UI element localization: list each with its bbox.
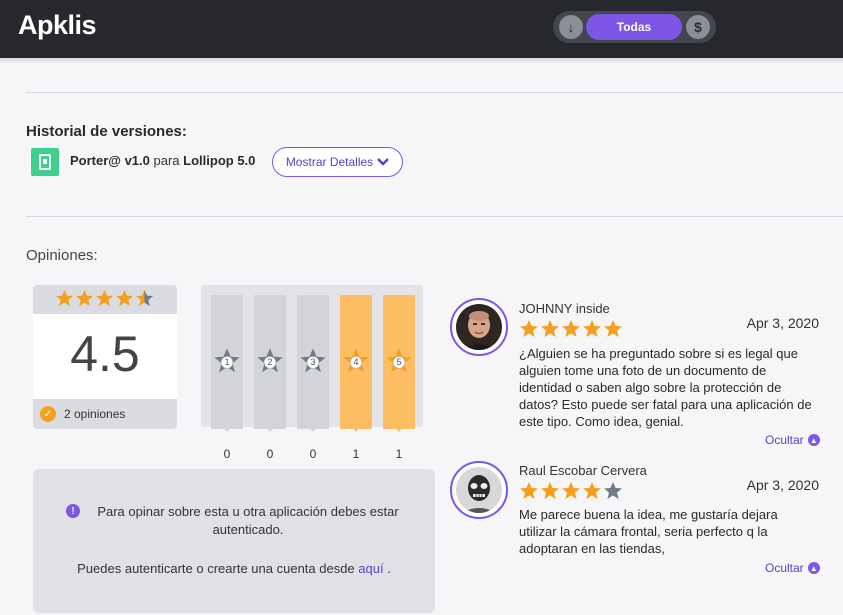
- rating-bar-label: 1: [224, 357, 230, 367]
- rating-summary-card: 4.5 ✓ 2 opiniones: [33, 285, 177, 429]
- review-stars: [519, 319, 623, 339]
- top-bar: Apklis ↓ Todas $: [0, 0, 843, 58]
- login-suffix: .: [387, 561, 391, 576]
- review-text: Me parece buena la idea, me gustaría dej…: [519, 507, 778, 556]
- star-icon: [583, 482, 601, 499]
- rating-bar-label: 5: [396, 357, 402, 367]
- login-prompt-line: Puedes autenticarte o crearte una cuenta…: [33, 561, 435, 576]
- hide-review-label: Ocultar: [765, 433, 804, 447]
- rating-bar-pointer: [265, 426, 275, 432]
- rating-count-1: 0: [223, 447, 231, 461]
- header-shadow: [0, 58, 843, 64]
- rating-bar-2: 2: [254, 295, 286, 432]
- rating-bar-4: 4: [340, 295, 372, 432]
- chevron-down-icon: [377, 158, 390, 166]
- download-arrow-icon[interactable]: ↓: [559, 15, 583, 39]
- version-connector: para: [153, 153, 180, 168]
- review-text: ¿Alguien se ha preguntado sobre si es le…: [519, 346, 812, 429]
- rating-bar-1: 1: [211, 295, 243, 432]
- rating-count-5: 1: [395, 447, 403, 461]
- avatar-photo: [456, 467, 502, 513]
- version-info: Porter@ v1.0 para Lollipop 5.0: [70, 153, 255, 168]
- android-app-icon: [31, 148, 59, 176]
- rating-bar-3: 3: [297, 295, 329, 432]
- avatar[interactable]: [450, 298, 508, 356]
- star-icon: [95, 289, 114, 307]
- star-icon: [562, 482, 580, 499]
- show-details-label: Mostrar Detalles: [285, 155, 374, 169]
- section-divider: [26, 216, 843, 217]
- section-divider: [26, 92, 843, 93]
- average-stars: [55, 289, 154, 308]
- star-icon: [541, 482, 559, 499]
- login-prompt: Puedes autenticarte o crearte una cuenta…: [77, 561, 355, 576]
- rating-distribution: 1 2 3 4 5: [201, 285, 423, 432]
- chevron-up-icon: ▲: [807, 434, 820, 446]
- version-platform: Lollipop 5.0: [183, 153, 256, 168]
- review-date: Apr 3, 2020: [746, 477, 819, 493]
- version-name: Porter@ v1.0: [70, 153, 150, 168]
- rating-bar-label: 3: [310, 357, 316, 367]
- hide-review-button[interactable]: Ocultar ▲: [765, 561, 820, 575]
- review-count: 2 opiniones: [64, 407, 126, 421]
- chevron-up-icon: ▲: [807, 562, 820, 574]
- apklis-logo[interactable]: Apklis: [18, 10, 97, 41]
- star-icon: [115, 289, 134, 307]
- hide-review-button[interactable]: Ocultar ▲: [765, 433, 820, 447]
- check-icon: ✓: [40, 406, 56, 422]
- star-icon: [55, 289, 74, 307]
- versions-title: Historial de versiones:: [26, 123, 187, 140]
- opinions-title: Opiniones:: [26, 247, 98, 264]
- login-link[interactable]: aquí: [358, 561, 383, 576]
- rating-bar-pointer: [394, 426, 404, 432]
- rating-count-4: 1: [352, 447, 360, 461]
- rating-count-2: 0: [266, 447, 274, 461]
- star-icon: [562, 320, 580, 337]
- rating-bar-5: 5: [383, 295, 415, 432]
- star-icon: [520, 320, 538, 337]
- rating-bar-pointer: [308, 426, 318, 432]
- rating-bar-pointer: [351, 426, 361, 432]
- avatar[interactable]: [450, 461, 508, 519]
- show-details-button[interactable]: Mostrar Detalles: [272, 147, 403, 177]
- star-icon: [520, 482, 538, 499]
- avatar-photo: [456, 304, 502, 350]
- filter-all-button[interactable]: Todas: [586, 14, 682, 40]
- star-icon: [541, 320, 559, 337]
- login-notice: ! Para opinar sobre esta u otra aplicaci…: [33, 469, 435, 613]
- star-icon: [604, 320, 622, 337]
- login-message: Para opinar sobre esta u otra aplicación…: [97, 504, 399, 537]
- hide-review-label: Ocultar: [765, 561, 804, 575]
- average-rating: 4.5: [70, 326, 140, 382]
- review-stars: [519, 481, 623, 501]
- review-date: Apr 3, 2020: [746, 315, 819, 331]
- star-icon: [75, 289, 94, 307]
- star-icon: [135, 289, 154, 307]
- rating-bar-pointer: [222, 426, 232, 432]
- rating-bar-label: 4: [353, 357, 359, 367]
- dollar-icon[interactable]: $: [686, 15, 710, 39]
- review-author: Raul Escobar Cervera: [519, 463, 647, 478]
- star-icon: [583, 320, 601, 337]
- price-filter: ↓ Todas $: [553, 11, 716, 43]
- info-icon: !: [66, 504, 80, 518]
- rating-count-3: 0: [309, 447, 317, 461]
- rating-bar-label: 2: [267, 357, 273, 367]
- star-icon: [604, 482, 622, 499]
- review-author: JOHNNY inside: [519, 301, 610, 316]
